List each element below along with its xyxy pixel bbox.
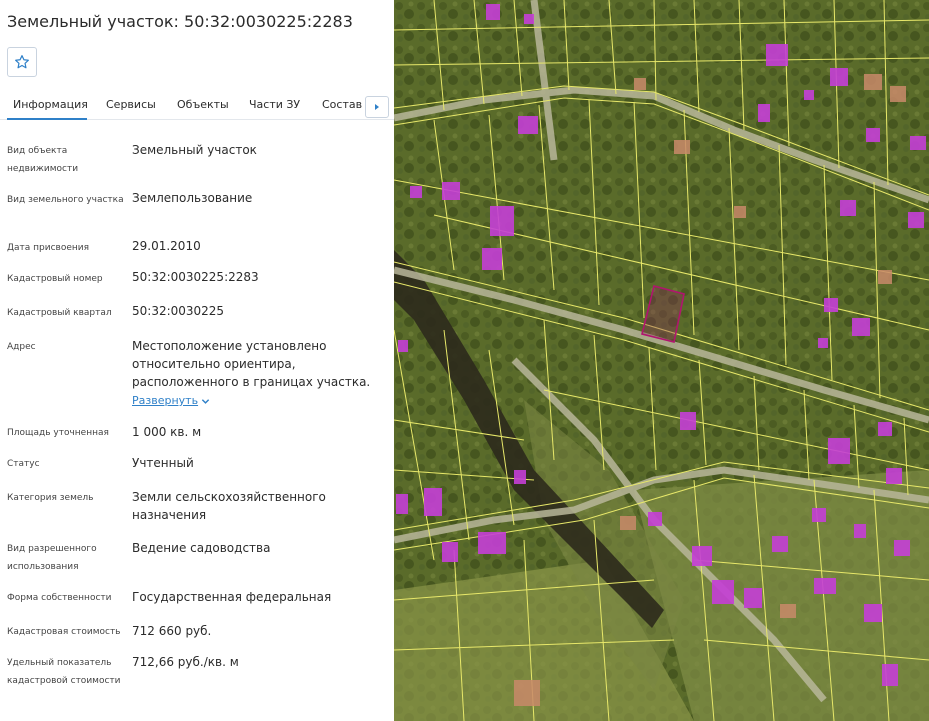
field-value: Ведение садоводства [132,541,271,555]
info-panel: Земельный участок: 50:32:0030225:2283 Ин… [0,0,394,721]
tab-parcel-parts[interactable]: Части ЗУ [249,98,300,111]
tab-information[interactable]: Информация [13,98,88,111]
field-label: Кадастровый квартал [7,308,112,318]
tab-objects[interactable]: Объекты [177,98,229,111]
field-value: Землепользование [132,191,253,205]
field-label: Удельный показатель кадастровой стоимост… [7,658,121,686]
address-value: Местоположение установлено относительно … [132,339,371,389]
cadastral-map[interactable] [394,0,929,721]
tab-bar: Информация Сервисы Объекты Части ЗУ Сост… [0,92,394,120]
field-label: Адрес [7,342,36,352]
field-value: 50:32:0030225:2283 [132,270,259,284]
favorite-button[interactable] [7,47,37,77]
expand-link[interactable]: Развернуть [132,394,198,407]
field-label: Статус [7,459,40,469]
caret-right-icon [375,104,379,110]
field-label: Вид объекта недвижимости [7,146,79,174]
field-value: 712,66 руб./кв. м [132,655,239,669]
field-value: Земли сельскохозяйственного назначения [132,490,326,522]
field-value: 712 660 руб. [132,624,212,638]
tab-services[interactable]: Сервисы [106,98,156,111]
field-label: Кадастровый номер [7,274,103,284]
field-value: Учтенный [132,456,194,470]
tab-composition[interactable]: Состав Е [322,98,362,111]
field-label: Кадастровая стоимость [7,627,121,637]
page-title: Земельный участок: 50:32:0030225:2283 [7,12,353,31]
field-value: Земельный участок [132,143,257,157]
active-tab-indicator [7,118,87,120]
field-label: Форма собственности [7,593,112,603]
field-value: Государственная федеральная [132,590,332,604]
field-label: Категория земель [7,493,94,503]
field-value: 29.01.2010 [132,239,201,253]
field-value: 1 000 кв. м [132,425,202,439]
tabs-scroll-right-button[interactable] [365,96,389,118]
chevron-down-icon[interactable] [201,397,210,406]
field-label: Дата присвоения [7,243,90,253]
field-label: Вид земельного участка [7,195,124,205]
field-value: 50:32:0030225 [132,304,225,318]
field-label: Вид разрешенного использования [7,544,97,572]
field-label: Площадь уточненная [7,428,109,438]
star-outline-icon [15,55,29,69]
